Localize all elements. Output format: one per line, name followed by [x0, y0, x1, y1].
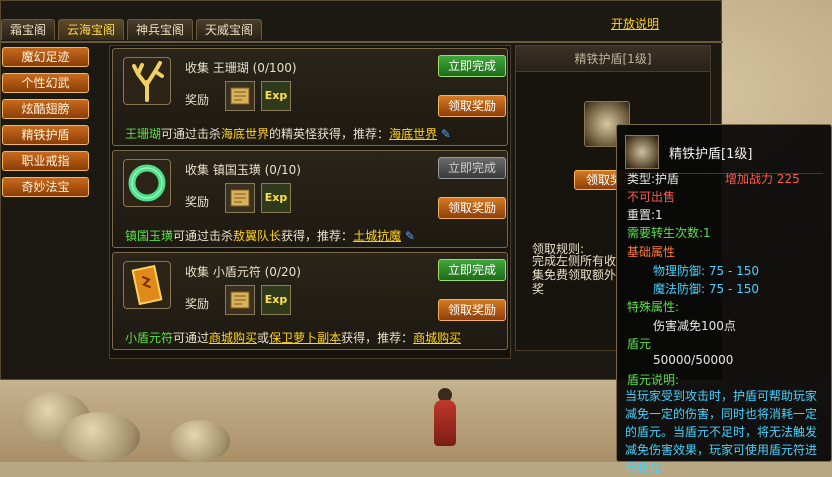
reward-label: 奖励: [185, 297, 210, 311]
reward-label: 奖励: [185, 93, 210, 107]
tab-divine-weapon-pavilion[interactable]: 神兵宝阁: [127, 19, 194, 40]
exp-icon: Exp: [261, 81, 291, 111]
jade-ring-icon: [123, 159, 171, 207]
divider: [1, 41, 723, 43]
teleport-feather-icon[interactable]: ✎: [405, 229, 415, 243]
item-type: 类型:护盾: [627, 172, 680, 186]
quest-title: 收集 小盾元符 (0/20): [185, 265, 301, 279]
quest-description: 小盾元符可通过商城购买或保卫萝卜副本获得，推荐：商城购买: [125, 331, 462, 345]
talisman-icon: [123, 261, 171, 309]
scroll-icon: [225, 81, 255, 111]
claim-reward-button[interactable]: 领取奖励: [438, 197, 506, 219]
complete-now-button[interactable]: 立即完成: [438, 55, 506, 77]
physical-defense: 物理防御: 75 - 150: [653, 264, 759, 278]
menu-item-personal-weapon[interactable]: 个性幻武: [2, 73, 89, 93]
quest-card: 收集 王珊瑚 (0/100) 奖励 Exp 立即完成 领取奖励 王珊瑚可通过击杀…: [112, 48, 508, 146]
category-menu: 魔幻足迹 个性幻武 炫酷翅膀 精铁护盾 职业戒指 奇妙法宝: [1, 47, 101, 203]
menu-item-magic-footprint[interactable]: 魔幻足迹: [2, 47, 89, 67]
teleport-feather-icon[interactable]: ✎: [441, 127, 451, 141]
quest-description: 镇国玉璜可通过击杀敖翼队长获得，推荐：土城抗魔 ✎: [125, 229, 415, 243]
hay-bale: [60, 412, 140, 462]
base-attr-title: 基础属性: [627, 245, 676, 259]
quest-description: 王珊瑚可通过击杀海底世界的精英怪获得，推荐：海底世界 ✎: [125, 127, 451, 141]
menu-item-iron-shield[interactable]: 精铁护盾: [2, 125, 89, 145]
power-label: 增加战力 225: [725, 172, 800, 186]
open-info-link[interactable]: 开放说明: [611, 15, 659, 32]
detail-title: 精铁护盾[1级]: [516, 46, 710, 72]
tab-bar: 霜宝阁 云海宝阁 神兵宝阁 天威宝阁: [1, 19, 263, 41]
quest-title: 收集 镇国玉璜 (0/10): [185, 163, 301, 177]
collection-quest-list: 收集 王珊瑚 (0/100) 奖励 Exp 立即完成 领取奖励 王珊瑚可通过击杀…: [109, 45, 511, 359]
coral-icon: [123, 57, 171, 105]
shield-points-value: 50000/50000: [653, 353, 734, 367]
quest-title: 收集 王珊瑚 (0/100): [185, 61, 297, 75]
source-link[interactable]: 商城购买: [209, 331, 257, 345]
exp-icon: Exp: [261, 285, 291, 315]
special-attr-title: 特殊属性:: [627, 300, 680, 314]
complete-now-button[interactable]: 立即完成: [438, 157, 506, 179]
item-weight: 重置:1: [627, 208, 663, 222]
reincarnation-requirement: 需要转生次数:1: [627, 226, 711, 240]
claim-reward-button[interactable]: 领取奖励: [438, 95, 506, 117]
tab-frost-pavilion[interactable]: 霜宝阁: [1, 19, 56, 40]
menu-item-class-ring[interactable]: 职业戒指: [2, 151, 89, 171]
shield-desc-title: 盾元说明:: [627, 373, 680, 387]
exp-icon: Exp: [261, 183, 291, 213]
recommend-link[interactable]: 土城抗魔: [353, 229, 401, 243]
player-character[interactable]: [432, 388, 458, 448]
quest-card: 收集 镇国玉璜 (0/10) 奖励 Exp 立即完成 领取奖励 镇国玉璜可通过击…: [112, 150, 508, 248]
scroll-icon: [225, 183, 255, 213]
magic-defense: 魔法防御: 75 - 150: [653, 282, 759, 296]
reward-label: 奖励: [185, 195, 210, 209]
shield-desc-text: 当玩家受到攻击时，护盾可帮助玩家减免一定的伤害，同时也将消耗一定的盾元。当盾元不…: [625, 389, 818, 475]
shield-icon: [625, 135, 659, 169]
tab-heaven-might-pavilion[interactable]: 天威宝阁: [196, 19, 263, 40]
menu-item-magic-treasure[interactable]: 奇妙法宝: [2, 177, 89, 197]
tooltip-item-name: 精铁护盾[1级]: [669, 147, 753, 162]
menu-item-cool-wings[interactable]: 炫酷翅膀: [2, 99, 89, 119]
scroll-icon: [225, 285, 255, 315]
item-tooltip: 精铁护盾[1级] 类型:护盾 增加战力 225 不可出售 重置:1 需要转生次数…: [616, 124, 832, 475]
treasure-pavilion-window: 霜宝阁 云海宝阁 神兵宝阁 天威宝阁 开放说明 魔幻足迹 个性幻武 炫酷翅膀 精…: [0, 0, 723, 380]
rule-text: 完成左侧所有收集免费领取额外奖: [532, 254, 617, 296]
source-link[interactable]: 保卫萝卜副本: [269, 331, 341, 345]
quest-card: 收集 小盾元符 (0/20) 奖励 Exp 立即完成 领取奖励 小盾元符可通过商…: [112, 252, 508, 350]
tab-cloudsea-pavilion[interactable]: 云海宝阁: [58, 19, 125, 40]
recommend-link[interactable]: 商城购买: [413, 331, 461, 345]
special-attr-value: 伤害减免100点: [653, 319, 736, 333]
recommend-link[interactable]: 海底世界: [389, 127, 437, 141]
hay-bale: [170, 420, 230, 462]
claim-reward-button[interactable]: 领取奖励: [438, 299, 506, 321]
complete-now-button[interactable]: 立即完成: [438, 259, 506, 281]
not-sellable: 不可出售: [627, 190, 676, 204]
shield-points-title: 盾元: [627, 337, 652, 351]
